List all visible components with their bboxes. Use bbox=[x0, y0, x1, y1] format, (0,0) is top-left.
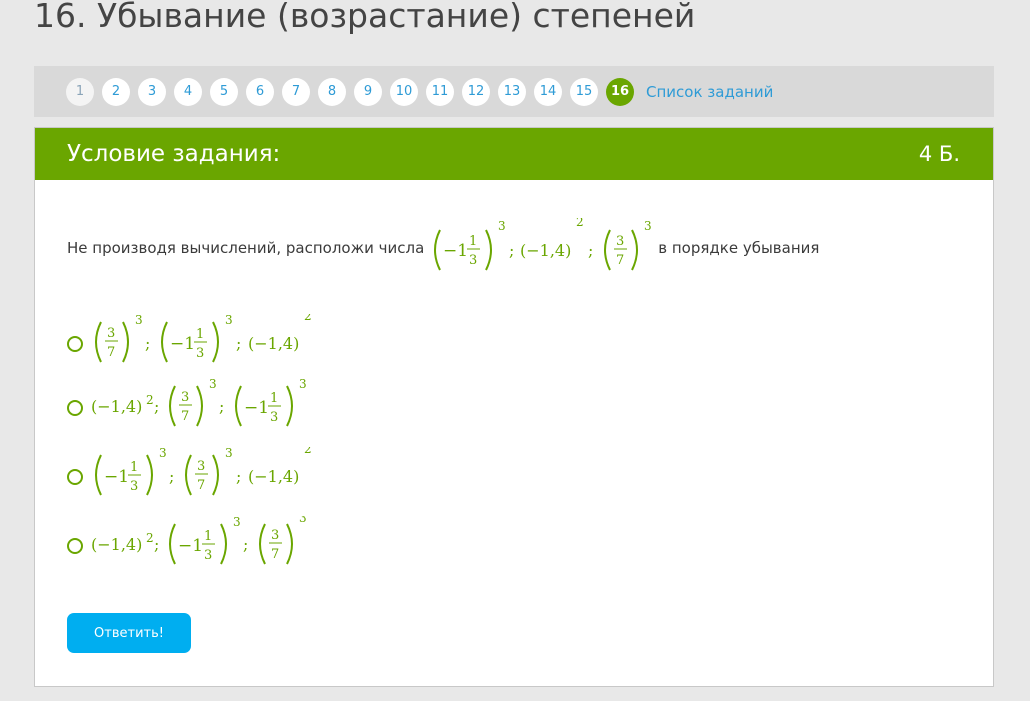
svg-text:7: 7 bbox=[271, 547, 279, 562]
svg-text:2: 2 bbox=[146, 393, 154, 407]
task-number-2[interactable]: 2 bbox=[102, 77, 130, 106]
svg-text:3: 3 bbox=[498, 219, 506, 233]
svg-text:7: 7 bbox=[197, 478, 205, 493]
svg-text:(−1,4): (−1,4) bbox=[520, 241, 571, 260]
svg-text:(−1,4): (−1,4) bbox=[91, 397, 142, 416]
svg-text:;: ; bbox=[169, 467, 174, 486]
svg-text:3: 3 bbox=[299, 516, 307, 525]
card-title: Условие задания: bbox=[67, 141, 281, 167]
svg-text:2: 2 bbox=[304, 314, 312, 323]
answer-option-3[interactable]: −1 1 3 3 ; 3 7 3 ; (−1,4) 2 bbox=[67, 447, 317, 507]
task-number-10[interactable]: 10 bbox=[390, 77, 418, 106]
option-1-math: 3 7 3 ; −1 1 3 3 ; (−1,4) 2 bbox=[95, 314, 312, 363]
svg-text:7: 7 bbox=[616, 253, 624, 268]
svg-text:−1: −1 bbox=[244, 398, 269, 418]
svg-text:3: 3 bbox=[209, 378, 217, 391]
svg-text:;: ; bbox=[154, 397, 159, 416]
svg-text:3: 3 bbox=[271, 528, 279, 543]
question-text-before: Не производя вычислений, расположи числа bbox=[67, 239, 425, 257]
radio-button[interactable] bbox=[67, 400, 83, 416]
svg-text:1: 1 bbox=[130, 460, 138, 475]
svg-text:;: ; bbox=[236, 334, 241, 353]
svg-text:2: 2 bbox=[304, 447, 312, 456]
svg-text:3: 3 bbox=[225, 447, 233, 460]
option-3-math: −1 1 3 3 ; 3 7 3 ; (−1,4) 2 bbox=[95, 447, 312, 496]
task-number-15[interactable]: 15 bbox=[570, 77, 598, 106]
svg-text:1: 1 bbox=[196, 327, 204, 342]
task-number-4[interactable]: 4 bbox=[174, 77, 202, 106]
svg-text:3: 3 bbox=[196, 346, 204, 361]
svg-text:7: 7 bbox=[107, 345, 115, 360]
svg-text:;: ; bbox=[154, 535, 159, 554]
task-number-1[interactable]: 1 bbox=[66, 77, 94, 106]
svg-text:3: 3 bbox=[130, 479, 138, 494]
svg-text:;: ; bbox=[219, 397, 224, 416]
task-number-3[interactable]: 3 bbox=[138, 77, 166, 106]
answer-option-4[interactable]: (−1,4) 2 ; −1 1 3 3 ; 3 7 3 bbox=[67, 516, 317, 576]
task-number-13[interactable]: 13 bbox=[498, 77, 526, 106]
task-number-12[interactable]: 12 bbox=[462, 77, 490, 106]
task-number-9[interactable]: 9 bbox=[354, 77, 382, 106]
svg-text:2: 2 bbox=[576, 218, 584, 229]
task-number-11[interactable]: 11 bbox=[426, 77, 454, 106]
option-2-math: (−1,4) 2 ; 3 7 3 ; −1 1 3 3 bbox=[91, 378, 307, 427]
svg-text:3: 3 bbox=[159, 447, 167, 460]
svg-text:(−1,4): (−1,4) bbox=[248, 467, 299, 486]
svg-text:(−1,4): (−1,4) bbox=[248, 334, 299, 353]
svg-text:3: 3 bbox=[299, 378, 307, 391]
svg-text:3: 3 bbox=[270, 410, 278, 425]
svg-text:(−1,4): (−1,4) bbox=[91, 535, 142, 554]
option-4-math: (−1,4) 2 ; −1 1 3 3 ; 3 7 3 bbox=[91, 516, 307, 565]
svg-text:3: 3 bbox=[181, 390, 189, 405]
svg-text:−1: −1 bbox=[104, 467, 129, 487]
radio-button[interactable] bbox=[67, 336, 83, 352]
submit-answer-button[interactable]: Ответить! bbox=[67, 613, 191, 653]
svg-text:3: 3 bbox=[225, 314, 233, 327]
svg-text:−1: −1 bbox=[443, 241, 468, 261]
svg-text:3: 3 bbox=[204, 548, 212, 563]
svg-text:;: ; bbox=[243, 535, 248, 554]
svg-text:−1: −1 bbox=[170, 334, 195, 354]
card-points: 4 Б. bbox=[918, 142, 960, 166]
svg-text:3: 3 bbox=[233, 516, 241, 529]
svg-text:1: 1 bbox=[469, 234, 477, 249]
task-list-link[interactable]: Список заданий bbox=[646, 83, 773, 101]
svg-text:1: 1 bbox=[270, 391, 278, 406]
svg-text:−1: −1 bbox=[178, 536, 203, 556]
svg-text:;: ; bbox=[588, 241, 593, 260]
svg-text:3: 3 bbox=[644, 219, 652, 233]
svg-text:3: 3 bbox=[197, 459, 205, 474]
radio-button[interactable] bbox=[67, 538, 83, 554]
svg-text:;: ; bbox=[236, 467, 241, 486]
task-number-5[interactable]: 5 bbox=[210, 77, 238, 106]
svg-text:;: ; bbox=[145, 334, 150, 353]
question-text-after: в порядке убывания bbox=[658, 239, 820, 257]
task-number-8[interactable]: 8 bbox=[318, 77, 346, 106]
svg-text:7: 7 bbox=[181, 409, 189, 424]
task-number-16-active[interactable]: 16 bbox=[606, 77, 634, 106]
task-number-14[interactable]: 14 bbox=[534, 77, 562, 106]
answer-option-2[interactable]: (−1,4) 2 ; 3 7 3 ; −1 1 3 3 bbox=[67, 378, 317, 438]
radio-button[interactable] bbox=[67, 469, 83, 485]
task-navigation: 1 2 3 4 5 6 7 8 9 10 11 12 13 14 15 16 С… bbox=[34, 66, 994, 117]
svg-text:3: 3 bbox=[107, 326, 115, 341]
svg-text:3: 3 bbox=[616, 234, 624, 249]
svg-text:;: ; bbox=[509, 241, 514, 260]
task-card: Условие задания: 4 Б. Не производя вычис… bbox=[34, 127, 994, 687]
svg-text:1: 1 bbox=[204, 529, 212, 544]
question-math: −1 1 3 3 ; (−1,4) 2 ; 3 7 3 bbox=[434, 218, 652, 271]
svg-text:3: 3 bbox=[135, 314, 143, 327]
card-header: Условие задания: 4 Б. bbox=[35, 128, 993, 180]
question-text: Не производя вычислений, расположи числа… bbox=[67, 218, 819, 278]
svg-text:2: 2 bbox=[146, 531, 154, 545]
svg-text:3: 3 bbox=[469, 253, 477, 268]
task-number-6[interactable]: 6 bbox=[246, 77, 274, 106]
answer-option-1[interactable]: 3 7 3 ; −1 1 3 3 ; (−1,4) 2 bbox=[67, 314, 317, 374]
page-title: 16. Убывание (возрастание) степеней bbox=[34, 0, 696, 35]
task-number-7[interactable]: 7 bbox=[282, 77, 310, 106]
